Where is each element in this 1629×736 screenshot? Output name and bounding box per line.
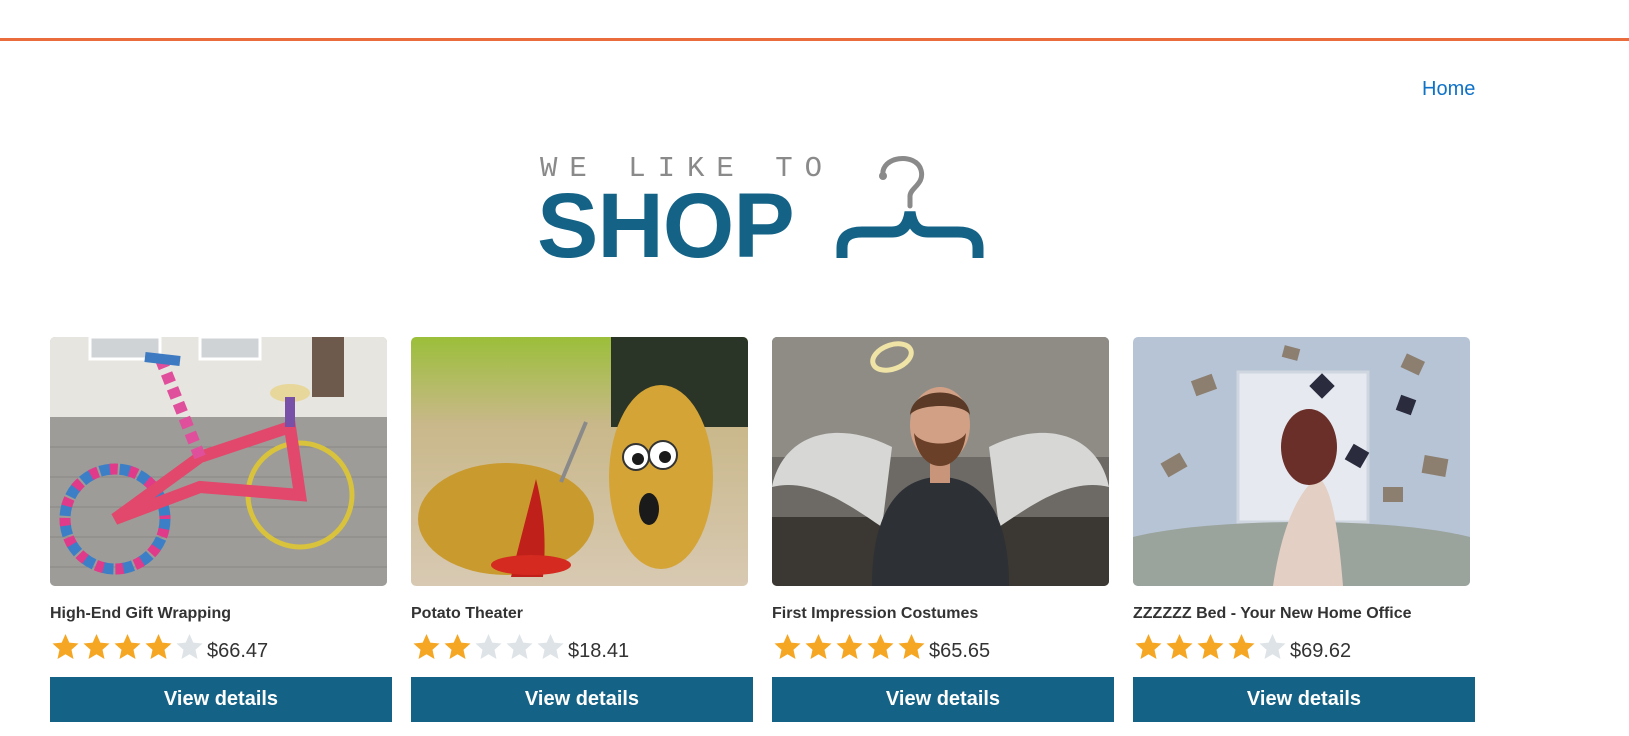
star-filled-icon bbox=[52, 634, 79, 659]
product-title[interactable]: ZZZZZZ Bed - Your New Home Office bbox=[1133, 605, 1412, 623]
star-filled-icon bbox=[83, 634, 110, 659]
shop-logo[interactable]: WE LIKE TO SHOP bbox=[537, 150, 1000, 280]
star-filled-icon bbox=[898, 634, 925, 659]
star-filled-icon bbox=[805, 634, 832, 659]
star-filled-icon bbox=[1228, 634, 1255, 659]
product-price: $18.41 bbox=[568, 639, 630, 662]
view-details-button[interactable]: View details bbox=[772, 677, 1114, 722]
star-filled-icon bbox=[145, 634, 172, 659]
product-card: ZZZZZZ Bed - Your New Home Office $69.62… bbox=[1133, 337, 1475, 722]
star-rating bbox=[1133, 632, 1288, 662]
product-rating: $66.47 bbox=[50, 630, 268, 664]
star-filled-icon bbox=[114, 634, 141, 659]
star-filled-icon bbox=[1166, 634, 1193, 659]
star-rating bbox=[411, 632, 566, 662]
product-title[interactable]: First Impression Costumes bbox=[772, 605, 978, 623]
product-price: $65.65 bbox=[929, 639, 991, 662]
nav-home-link[interactable]: Home bbox=[1422, 78, 1475, 101]
view-details-button[interactable]: View details bbox=[1133, 677, 1475, 722]
view-details-button[interactable]: View details bbox=[50, 677, 392, 722]
header-accent-rule bbox=[0, 38, 1629, 41]
star-empty-icon bbox=[506, 634, 533, 659]
product-price: $69.62 bbox=[1290, 639, 1352, 662]
hanger-icon bbox=[836, 156, 984, 258]
star-rating bbox=[772, 632, 927, 662]
product-card: First Impression Costumes $65.65 View de… bbox=[772, 337, 1114, 722]
star-filled-icon bbox=[774, 634, 801, 659]
product-rating: $69.62 bbox=[1133, 630, 1351, 664]
product-grid: High-End Gift Wrapping $66.47 View detai… bbox=[50, 337, 1480, 727]
product-rating: $65.65 bbox=[772, 630, 990, 664]
star-rating bbox=[50, 632, 205, 662]
product-price: $66.47 bbox=[207, 639, 269, 662]
star-filled-icon bbox=[413, 634, 440, 659]
product-title[interactable]: High-End Gift Wrapping bbox=[50, 605, 231, 623]
potatoes-image[interactable] bbox=[411, 337, 748, 586]
star-empty-icon bbox=[475, 634, 502, 659]
product-rating: $18.41 bbox=[411, 630, 629, 664]
star-filled-icon bbox=[1135, 634, 1162, 659]
star-filled-icon bbox=[444, 634, 471, 659]
star-filled-icon bbox=[836, 634, 863, 659]
angel-man-image[interactable] bbox=[772, 337, 1109, 586]
product-card: Potato Theater $18.41 View details bbox=[411, 337, 753, 722]
star-empty-icon bbox=[1259, 634, 1286, 659]
logo-word: SHOP bbox=[537, 175, 795, 277]
flying-books-bed-image[interactable] bbox=[1133, 337, 1470, 586]
star-filled-icon bbox=[1197, 634, 1224, 659]
view-details-button[interactable]: View details bbox=[411, 677, 753, 722]
product-title[interactable]: Potato Theater bbox=[411, 605, 523, 623]
knitted-bicycle-image[interactable] bbox=[50, 337, 387, 586]
star-empty-icon bbox=[176, 634, 203, 659]
product-card: High-End Gift Wrapping $66.47 View detai… bbox=[50, 337, 392, 722]
star-empty-icon bbox=[537, 634, 564, 659]
star-filled-icon bbox=[867, 634, 894, 659]
